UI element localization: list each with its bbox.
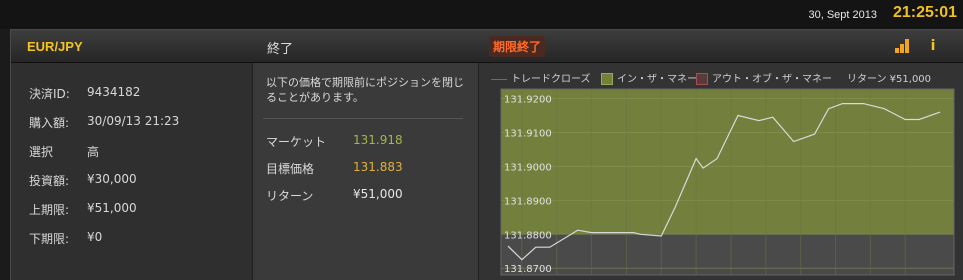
y-tick-label: 131.9200: [504, 95, 552, 106]
detail-label: 下期限:: [29, 232, 70, 246]
trade-header: EUR/JPY 終了 期限終了 i: [11, 30, 963, 63]
y-tick-label: 131.8900: [504, 196, 552, 207]
summary-value: 131.883: [353, 160, 403, 174]
detail-label: 投資額:: [29, 174, 70, 188]
summary-row: リターン ¥51,000: [266, 187, 403, 204]
divider: [263, 118, 463, 119]
trade-details: 決済ID: 9434182 購入額: 30/09/13 21:23 選択 高 投資額:…: [11, 63, 253, 280]
detail-label: 決済ID:: [29, 87, 70, 101]
expired-badge: 期限終了: [489, 36, 546, 57]
summary-value: 131.918: [353, 133, 403, 147]
detail-value: 高: [87, 145, 100, 159]
y-tick-label: 131.9000: [504, 162, 552, 173]
summary-label: 目標価格: [266, 162, 315, 176]
y-tick-label: 131.9100: [504, 128, 552, 139]
detail-value: ¥51,000: [87, 201, 137, 215]
detail-value: 30/09/13 21:23: [87, 114, 180, 128]
trade-panel: EUR/JPY 終了 期限終了 i 決済ID: 9434182 購入額: 30/09…: [10, 29, 963, 280]
close-note: 以下の価格で期限前にポジションを閉じることがあります。: [266, 76, 464, 104]
clock-time: 21:25:01: [892, 4, 957, 21]
y-tick-label: 131.8800: [504, 230, 552, 241]
y-tick-label: 131.8700: [504, 264, 552, 275]
top-bar: 30, Sept 2013 21:25:01: [0, 0, 963, 29]
price-chart-area: トレードクローズ イン・ザ・マネー アウト・オブ・ザ・マネー リターン ¥51,…: [479, 63, 963, 280]
summary-row: マーケット 131.918: [266, 133, 403, 150]
detail-label: 購入額:: [29, 116, 70, 130]
currency-pair: EUR/JPY: [27, 39, 83, 54]
trade-status: 終了: [267, 42, 294, 57]
detail-label: 選択: [29, 145, 54, 159]
bars-icon[interactable]: [895, 39, 913, 53]
summary-row: 目標価格 131.883: [266, 160, 403, 177]
price-chart: 131.9200 131.9100 131.9000 131.8900 131.8800…: [500, 88, 955, 276]
out-of-money-zone: [501, 234, 954, 275]
in-money-zone: [501, 89, 954, 235]
detail-value: ¥0: [87, 230, 103, 244]
summary-label: リターン: [266, 189, 314, 203]
summary-value: ¥51,000: [353, 187, 403, 201]
detail-value: 9434182: [87, 85, 141, 99]
summary-label: マーケット: [266, 135, 327, 149]
detail-label: 上期限:: [29, 203, 70, 217]
date-label: 30, Sept 2013: [808, 9, 877, 21]
price-summary: 以下の価格で期限前にポジションを閉じることがあります。 マーケット 131.918…: [253, 63, 479, 280]
detail-value: ¥30,000: [87, 172, 137, 186]
info-icon[interactable]: i: [927, 36, 939, 56]
